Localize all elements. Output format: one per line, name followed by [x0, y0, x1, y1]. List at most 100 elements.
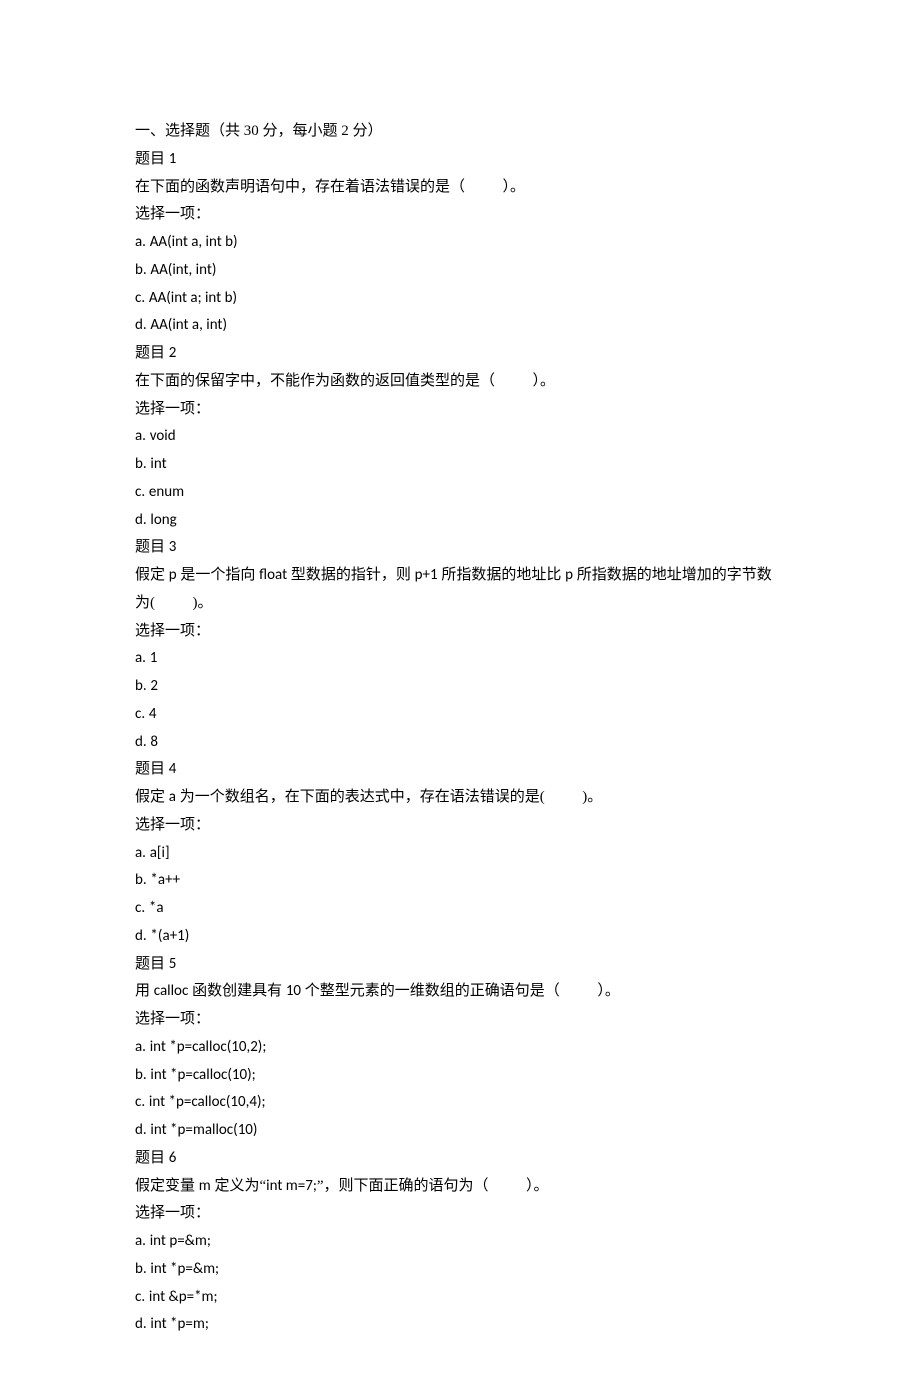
question-prefix: 题目 — [135, 151, 165, 167]
option: b. int *p=calloc(10); — [135, 1062, 785, 1090]
option-text: void — [150, 427, 176, 445]
option-text: int — [150, 455, 166, 473]
option: b. int *p=&m; — [135, 1256, 785, 1284]
option-label: d. — [135, 927, 147, 945]
option-text: 2 — [150, 677, 158, 695]
option-label: d. — [135, 1315, 147, 1333]
option: a. a[i] — [135, 840, 785, 868]
option: c. *a — [135, 895, 785, 923]
question-prefix: 题目 — [135, 539, 165, 555]
question-number: 题目 2 — [135, 340, 785, 368]
option: c. int &p=*m; — [135, 1284, 785, 1312]
question-num: 2 — [169, 344, 177, 362]
option-label: c. — [135, 483, 145, 501]
option: b. AA(int, int) — [135, 257, 785, 285]
option: d. 8 — [135, 729, 785, 757]
option-text: int *p=malloc(10) — [150, 1121, 257, 1139]
option-label: b. — [135, 871, 147, 889]
choose-one-label: 选择一项： — [135, 201, 785, 229]
option: d. long — [135, 507, 785, 535]
option-text: int *p=m; — [150, 1315, 208, 1333]
question-number: 题目 6 — [135, 1145, 785, 1173]
option-label: c. — [135, 899, 145, 917]
question-num: 6 — [169, 1149, 177, 1167]
option-label: c. — [135, 289, 145, 307]
question-stem: 假定变量 m 定义为“int m=7;”，则下面正确的语句为（）。 — [135, 1173, 785, 1201]
option-text: *a — [149, 899, 164, 917]
option-label: c. — [135, 1093, 145, 1111]
option-text: 4 — [149, 705, 157, 723]
option-label: a. — [135, 1232, 146, 1250]
option: a. int p=&m; — [135, 1228, 785, 1256]
option: d. int *p=malloc(10) — [135, 1117, 785, 1145]
choose-one-label: 选择一项： — [135, 812, 785, 840]
section-title: 一、选择题（共 30 分，每小题 2 分） — [135, 118, 785, 146]
option-text: *a++ — [150, 871, 180, 889]
question-stem: 假定 a 为一个数组名，在下面的表达式中，存在语法错误的是()。 — [135, 784, 785, 812]
question-num: 3 — [169, 538, 177, 556]
option: c. 4 — [135, 701, 785, 729]
question-stem: 用 calloc 函数创建具有 10 个整型元素的一维数组的正确语句是（）。 — [135, 978, 785, 1006]
option-label: b. — [135, 1066, 147, 1084]
option-label: c. — [135, 705, 145, 723]
option-label: b. — [135, 1260, 147, 1278]
option: d. int *p=m; — [135, 1311, 785, 1339]
option-text: enum — [149, 483, 184, 501]
option-text: AA(int a, int) — [150, 316, 227, 334]
option: d. AA(int a, int) — [135, 312, 785, 340]
option-label: a. — [135, 1038, 146, 1056]
question-num: 4 — [169, 760, 177, 778]
question-prefix: 题目 — [135, 1150, 165, 1166]
choose-one-label: 选择一项： — [135, 1200, 785, 1228]
option-text: long — [150, 511, 176, 529]
question-prefix: 题目 — [135, 761, 165, 777]
question-number: 题目 1 — [135, 146, 785, 174]
option: c. int *p=calloc(10,4); — [135, 1089, 785, 1117]
option: c. AA(int a; int b) — [135, 285, 785, 313]
option-text: 1 — [150, 649, 158, 667]
question-stem: 在下面的保留字中，不能作为函数的返回值类型的是（）。 — [135, 368, 785, 396]
option-label: d. — [135, 511, 147, 529]
question-prefix: 题目 — [135, 956, 165, 972]
option-label: d. — [135, 1121, 147, 1139]
choose-one-label: 选择一项： — [135, 396, 785, 424]
option-label: b. — [135, 455, 147, 473]
option-text: int *p=calloc(10,4); — [149, 1093, 266, 1111]
option: a. int *p=calloc(10,2); — [135, 1034, 785, 1062]
option-text: int p=&m; — [150, 1232, 211, 1250]
exam-page: 一、选择题（共 30 分，每小题 2 分） 题目 1 在下面的函数声明语句中，存… — [0, 0, 920, 1399]
option-label: b. — [135, 677, 147, 695]
option: b. 2 — [135, 673, 785, 701]
question-num: 5 — [169, 955, 177, 973]
choose-one-label: 选择一项： — [135, 1006, 785, 1034]
option-text: AA(int a; int b) — [149, 289, 237, 307]
option-text: int *p=calloc(10); — [150, 1066, 255, 1084]
option-label: d. — [135, 316, 147, 334]
question-number: 题目 3 — [135, 534, 785, 562]
option-label: a. — [135, 649, 146, 667]
question-stem: 在下面的函数声明语句中，存在着语法错误的是（）。 — [135, 174, 785, 202]
option-text: AA(int, int) — [150, 261, 216, 279]
question-number: 题目 4 — [135, 756, 785, 784]
question-stem: 假定 p 是一个指向 float 型数据的指针，则 p+1 所指数据的地址比 p… — [135, 562, 785, 618]
option-text: int &p=*m; — [149, 1288, 218, 1306]
option-text: AA(int a, int b) — [150, 233, 238, 251]
option-text: int *p=&m; — [150, 1260, 219, 1278]
option-text: a[i] — [150, 844, 170, 862]
option: a. 1 — [135, 645, 785, 673]
option-label: a. — [135, 844, 146, 862]
option-label: a. — [135, 427, 146, 445]
option-label: a. — [135, 233, 146, 251]
option: c. enum — [135, 479, 785, 507]
option-text: int *p=calloc(10,2); — [150, 1038, 267, 1056]
option-label: c. — [135, 1288, 145, 1306]
question-num: 1 — [169, 150, 177, 168]
option-text: 8 — [150, 733, 158, 751]
option: a. void — [135, 423, 785, 451]
choose-one-label: 选择一项： — [135, 618, 785, 646]
option-text: *(a+1) — [150, 927, 189, 945]
option-label: d. — [135, 733, 147, 751]
question-prefix: 题目 — [135, 345, 165, 361]
option: a. AA(int a, int b) — [135, 229, 785, 257]
question-number: 题目 5 — [135, 951, 785, 979]
